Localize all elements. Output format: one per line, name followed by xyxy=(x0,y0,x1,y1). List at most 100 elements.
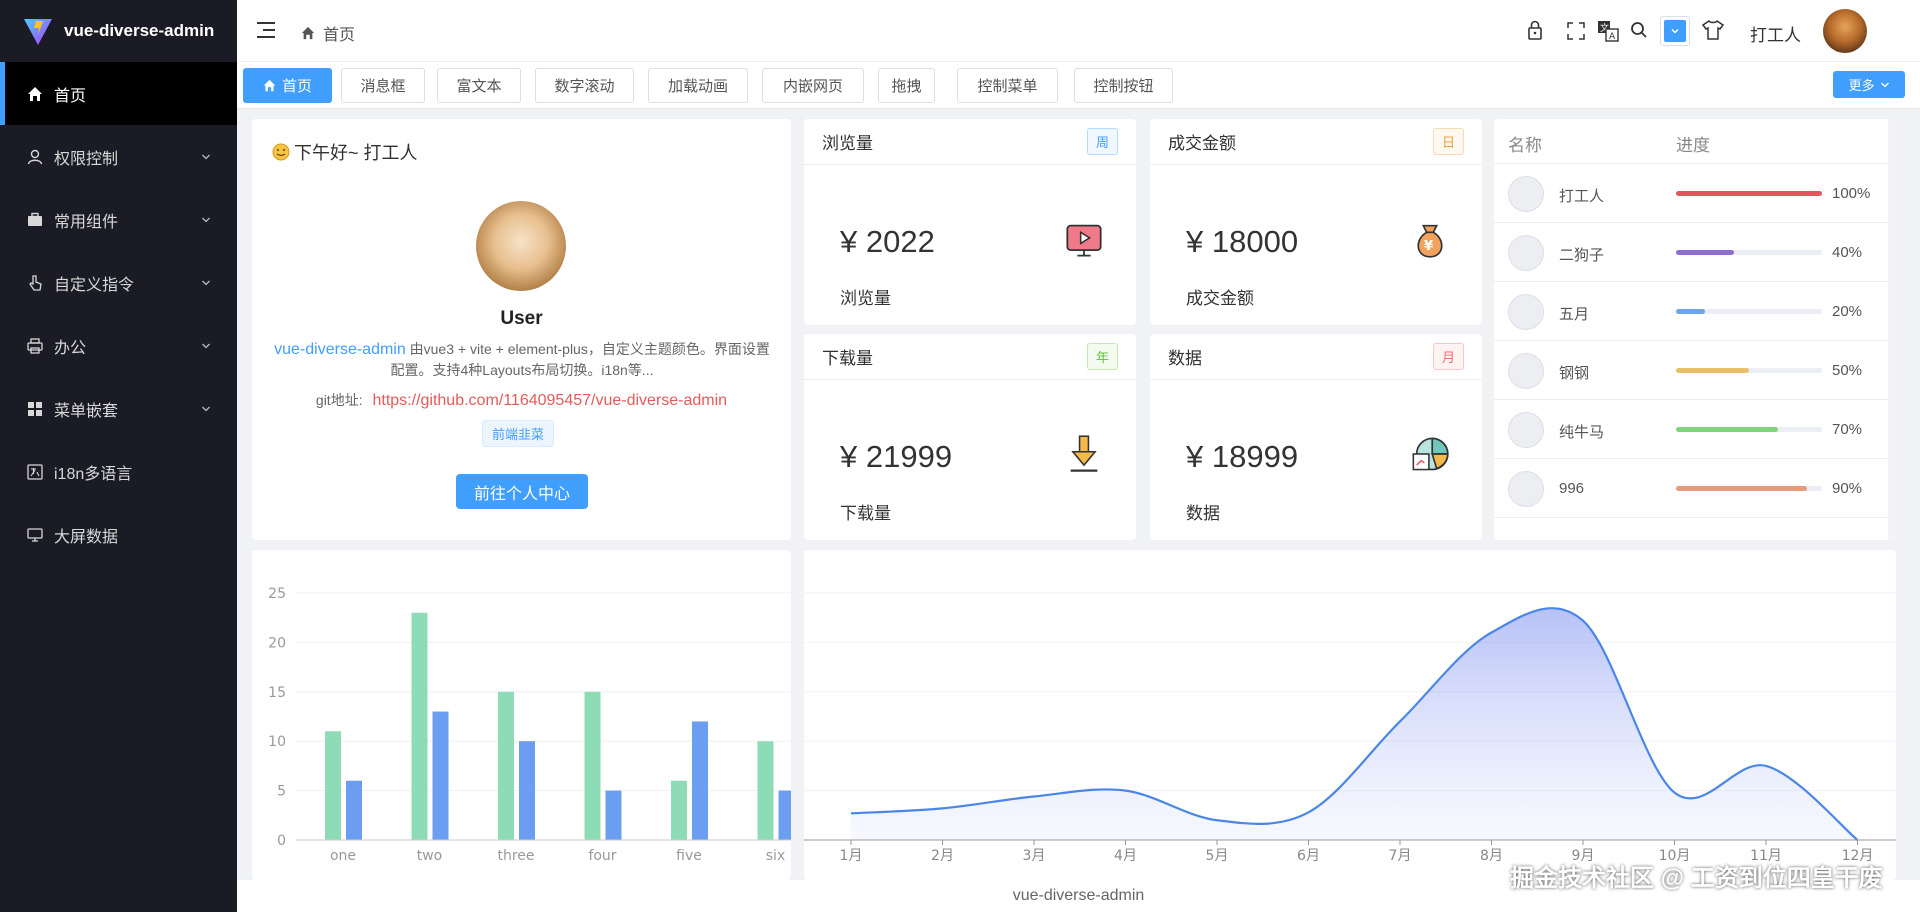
x-tick-label: 4月 xyxy=(1114,848,1137,864)
table-row: 996 90% xyxy=(1494,459,1896,518)
x-tick-label: four xyxy=(588,848,616,864)
scrollbar[interactable] xyxy=(1888,119,1896,540)
bar[interactable] xyxy=(692,721,708,840)
avatar xyxy=(1508,412,1544,448)
bar[interactable] xyxy=(671,780,687,840)
shirt-icon[interactable] xyxy=(1702,20,1724,40)
x-tick-label: 5月 xyxy=(1206,848,1229,864)
sidebar-item-label: 自定义指令 xyxy=(54,276,135,294)
stat-label: 下载量 xyxy=(840,504,891,523)
period-badge: 年 xyxy=(1086,343,1118,370)
fullscreen-icon[interactable] xyxy=(1567,22,1585,40)
bar[interactable] xyxy=(584,691,601,840)
y-tick-label: 10 xyxy=(268,734,286,750)
avatar xyxy=(1508,353,1544,389)
git-url-link[interactable]: https://github.com/1164095457/vue-divers… xyxy=(372,392,727,409)
row-percent: 40% xyxy=(1832,244,1863,261)
bar[interactable] xyxy=(778,790,792,840)
sidebar-item-1[interactable]: 首页 xyxy=(0,62,237,125)
table-row: 五月 20% xyxy=(1494,282,1896,341)
sidebar-item-label: 菜单嵌套 xyxy=(54,402,119,420)
theme-color-picker[interactable] xyxy=(1660,16,1690,46)
home-icon xyxy=(263,79,276,92)
row-name: 纯牛马 xyxy=(1559,424,1605,441)
avatar xyxy=(1508,294,1544,330)
svg-text:A: A xyxy=(1609,32,1616,42)
bar[interactable] xyxy=(757,741,774,840)
stat-label: 浏览量 xyxy=(840,289,891,308)
bar[interactable] xyxy=(519,741,535,840)
bar[interactable] xyxy=(498,691,514,840)
sidebar-item-2[interactable]: 权限控制 xyxy=(0,125,237,188)
stat-value: ¥ 2022 xyxy=(840,224,935,259)
row-percent: 90% xyxy=(1832,480,1863,497)
progress-fill xyxy=(1676,250,1735,255)
tab-1[interactable]: 首页 xyxy=(243,68,332,103)
bar[interactable] xyxy=(432,711,449,840)
sidebar-item-7[interactable]: i18n多语言 xyxy=(0,440,237,503)
profile-name: User xyxy=(500,308,543,329)
tab-2[interactable]: 消息框 xyxy=(341,68,425,103)
sidebar-menu: 首页 权限控制 常用组件自定义指令办公菜单嵌套 i18n多语言大屏数据 xyxy=(0,62,237,566)
x-tick-label: 2月 xyxy=(931,848,954,864)
bar[interactable] xyxy=(411,612,428,840)
progress-fill xyxy=(1676,486,1808,491)
monitor-icon xyxy=(26,526,44,544)
progress-bar xyxy=(1676,250,1822,255)
translate-icon[interactable]: 文A xyxy=(1597,20,1619,42)
stat-card-title: 数据 xyxy=(1168,349,1202,368)
grid-icon xyxy=(26,400,44,418)
tab-7[interactable]: 拖拽 xyxy=(878,68,935,103)
lock-icon[interactable] xyxy=(1527,20,1543,40)
chart-icon xyxy=(1410,434,1450,474)
bar[interactable] xyxy=(605,790,622,840)
avatar[interactable] xyxy=(1823,9,1867,53)
project-link[interactable]: vue-diverse-admin xyxy=(274,341,406,358)
chevron-down-icon xyxy=(201,275,211,293)
bar[interactable] xyxy=(346,780,362,840)
sidebar-item-6[interactable]: 菜单嵌套 xyxy=(0,377,237,440)
logo[interactable]: vue-diverse-admin xyxy=(0,0,237,62)
stat-value: ¥ 18000 xyxy=(1186,224,1299,259)
home-icon xyxy=(301,26,315,40)
progress-table-header: 名称 进度 xyxy=(1494,119,1896,164)
tab-4[interactable]: 数字滚动 xyxy=(535,68,634,103)
stat-label: 数据 xyxy=(1186,504,1220,523)
chevron-down-icon xyxy=(1671,28,1679,34)
collapse-menu-icon[interactable] xyxy=(257,22,275,38)
table-row: 纯牛马 70% xyxy=(1494,400,1896,459)
period-badge: 日 xyxy=(1432,128,1464,155)
sidebar-item-8[interactable]: 大屏数据 xyxy=(0,503,237,566)
sidebar-item-5[interactable]: 办公 xyxy=(0,314,237,377)
area-chart-card: 1月 2月 3月 4月 5月 6月 7月 8月 9月 10月 11月 12月 xyxy=(804,550,1896,880)
go-profile-button[interactable]: 前往个人中心 xyxy=(456,474,588,509)
tab-9[interactable]: 控制按钮 xyxy=(1074,68,1173,103)
sidebar-item-label: 办公 xyxy=(54,339,87,357)
header-progress: 进度 xyxy=(1676,136,1710,155)
tab-3[interactable]: 富文本 xyxy=(437,68,521,103)
bar[interactable] xyxy=(325,731,341,840)
sidebar-item-4[interactable]: 自定义指令 xyxy=(0,251,237,314)
progress-bar xyxy=(1676,486,1822,491)
stat-label: 成交金额 xyxy=(1186,289,1254,308)
chevron-down-icon xyxy=(1880,80,1890,90)
x-tick-label: 8月 xyxy=(1480,848,1503,864)
tab-8[interactable]: 控制菜单 xyxy=(957,68,1058,103)
x-tick-label: 1月 xyxy=(840,848,863,864)
more-button[interactable]: 更多 xyxy=(1833,71,1905,98)
search-icon[interactable] xyxy=(1630,21,1648,39)
progress-bar xyxy=(1676,191,1822,196)
table-row: 打工人 100% xyxy=(1494,164,1896,223)
briefcase-icon xyxy=(26,211,44,229)
y-tick-label: 25 xyxy=(268,586,286,602)
tab-6[interactable]: 内嵌网页 xyxy=(762,68,864,103)
app-title: vue-diverse-admin xyxy=(64,21,215,40)
sidebar-item-3[interactable]: 常用组件 xyxy=(0,188,237,251)
tab-5[interactable]: 加载动画 xyxy=(648,68,748,103)
username[interactable]: 打工人 xyxy=(1750,21,1801,46)
profile-tag: 前端韭菜 xyxy=(482,420,555,447)
stat-card-title: 浏览量 xyxy=(822,134,873,153)
download-icon xyxy=(1064,434,1104,474)
progress-bar xyxy=(1676,427,1822,432)
sidebar-item-label: 大屏数据 xyxy=(54,528,119,546)
